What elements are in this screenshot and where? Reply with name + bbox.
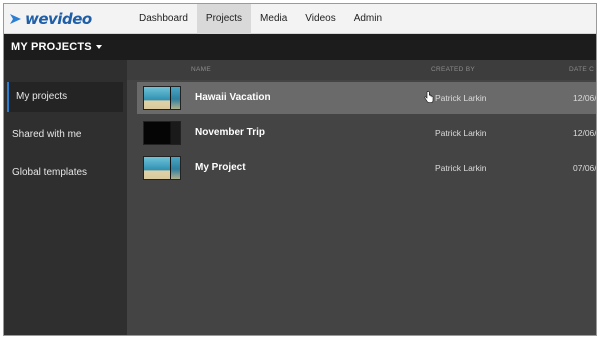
project-date: 12/06/	[573, 93, 597, 103]
projects-table: NAME CREATED BY DATE C Hawaii Vacation P…	[127, 60, 597, 335]
nav-item-projects[interactable]: Projects	[196, 4, 252, 34]
nav-item-dashboard[interactable]: Dashboard	[130, 4, 197, 34]
caret-down-icon	[95, 45, 102, 50]
column-header-created-by[interactable]: CREATED BY	[431, 66, 475, 73]
sidebar-item-shared-with-me[interactable]: Shared with me	[4, 120, 127, 150]
table-row[interactable]: My Project Patrick Larkin 07/06/	[137, 152, 597, 184]
logo-text: wevideo	[25, 10, 92, 28]
project-created-by: Patrick Larkin	[435, 128, 487, 138]
project-date: 07/06/	[573, 163, 597, 173]
projects-header-bar: MY PROJECTS	[4, 34, 596, 60]
table-row[interactable]: Hawaii Vacation Patrick Larkin 12/06/	[137, 82, 597, 114]
main-nav: Dashboard Projects Media Videos Admin	[130, 4, 391, 34]
project-created-by: Patrick Larkin	[435, 163, 487, 173]
column-header-name[interactable]: NAME	[191, 66, 211, 73]
sidebar-item-my-projects[interactable]: My projects	[7, 82, 123, 112]
sidebar-item-global-templates[interactable]: Global templates	[4, 158, 127, 188]
top-navigation-bar: wevideo Dashboard Projects Media Videos …	[4, 4, 596, 34]
project-name[interactable]: November Trip	[195, 127, 265, 138]
wevideo-logo[interactable]: wevideo	[9, 10, 92, 28]
table-row[interactable]: November Trip Patrick Larkin 12/06/	[137, 117, 597, 149]
nav-item-media[interactable]: Media	[251, 4, 296, 34]
project-thumbnail	[143, 156, 181, 180]
page-title: MY PROJECTS	[11, 41, 92, 53]
wevideo-logo-icon	[10, 14, 21, 24]
sidebar: My projects Shared with me Global templa…	[4, 60, 127, 335]
project-created-by: Patrick Larkin	[435, 93, 487, 103]
project-thumbnail	[143, 121, 181, 145]
nav-item-videos[interactable]: Videos	[296, 4, 344, 34]
project-date: 12/06/	[573, 128, 597, 138]
project-name[interactable]: My Project	[195, 162, 246, 173]
project-name[interactable]: Hawaii Vacation	[195, 92, 271, 103]
hand-pointer-icon	[424, 91, 434, 103]
project-thumbnail	[143, 86, 181, 110]
nav-item-admin[interactable]: Admin	[345, 4, 391, 34]
column-header-date[interactable]: DATE C	[569, 66, 594, 73]
my-projects-dropdown[interactable]: MY PROJECTS	[11, 41, 102, 53]
table-header: NAME CREATED BY DATE C	[127, 60, 596, 80]
app-window: wevideo Dashboard Projects Media Videos …	[3, 3, 597, 336]
